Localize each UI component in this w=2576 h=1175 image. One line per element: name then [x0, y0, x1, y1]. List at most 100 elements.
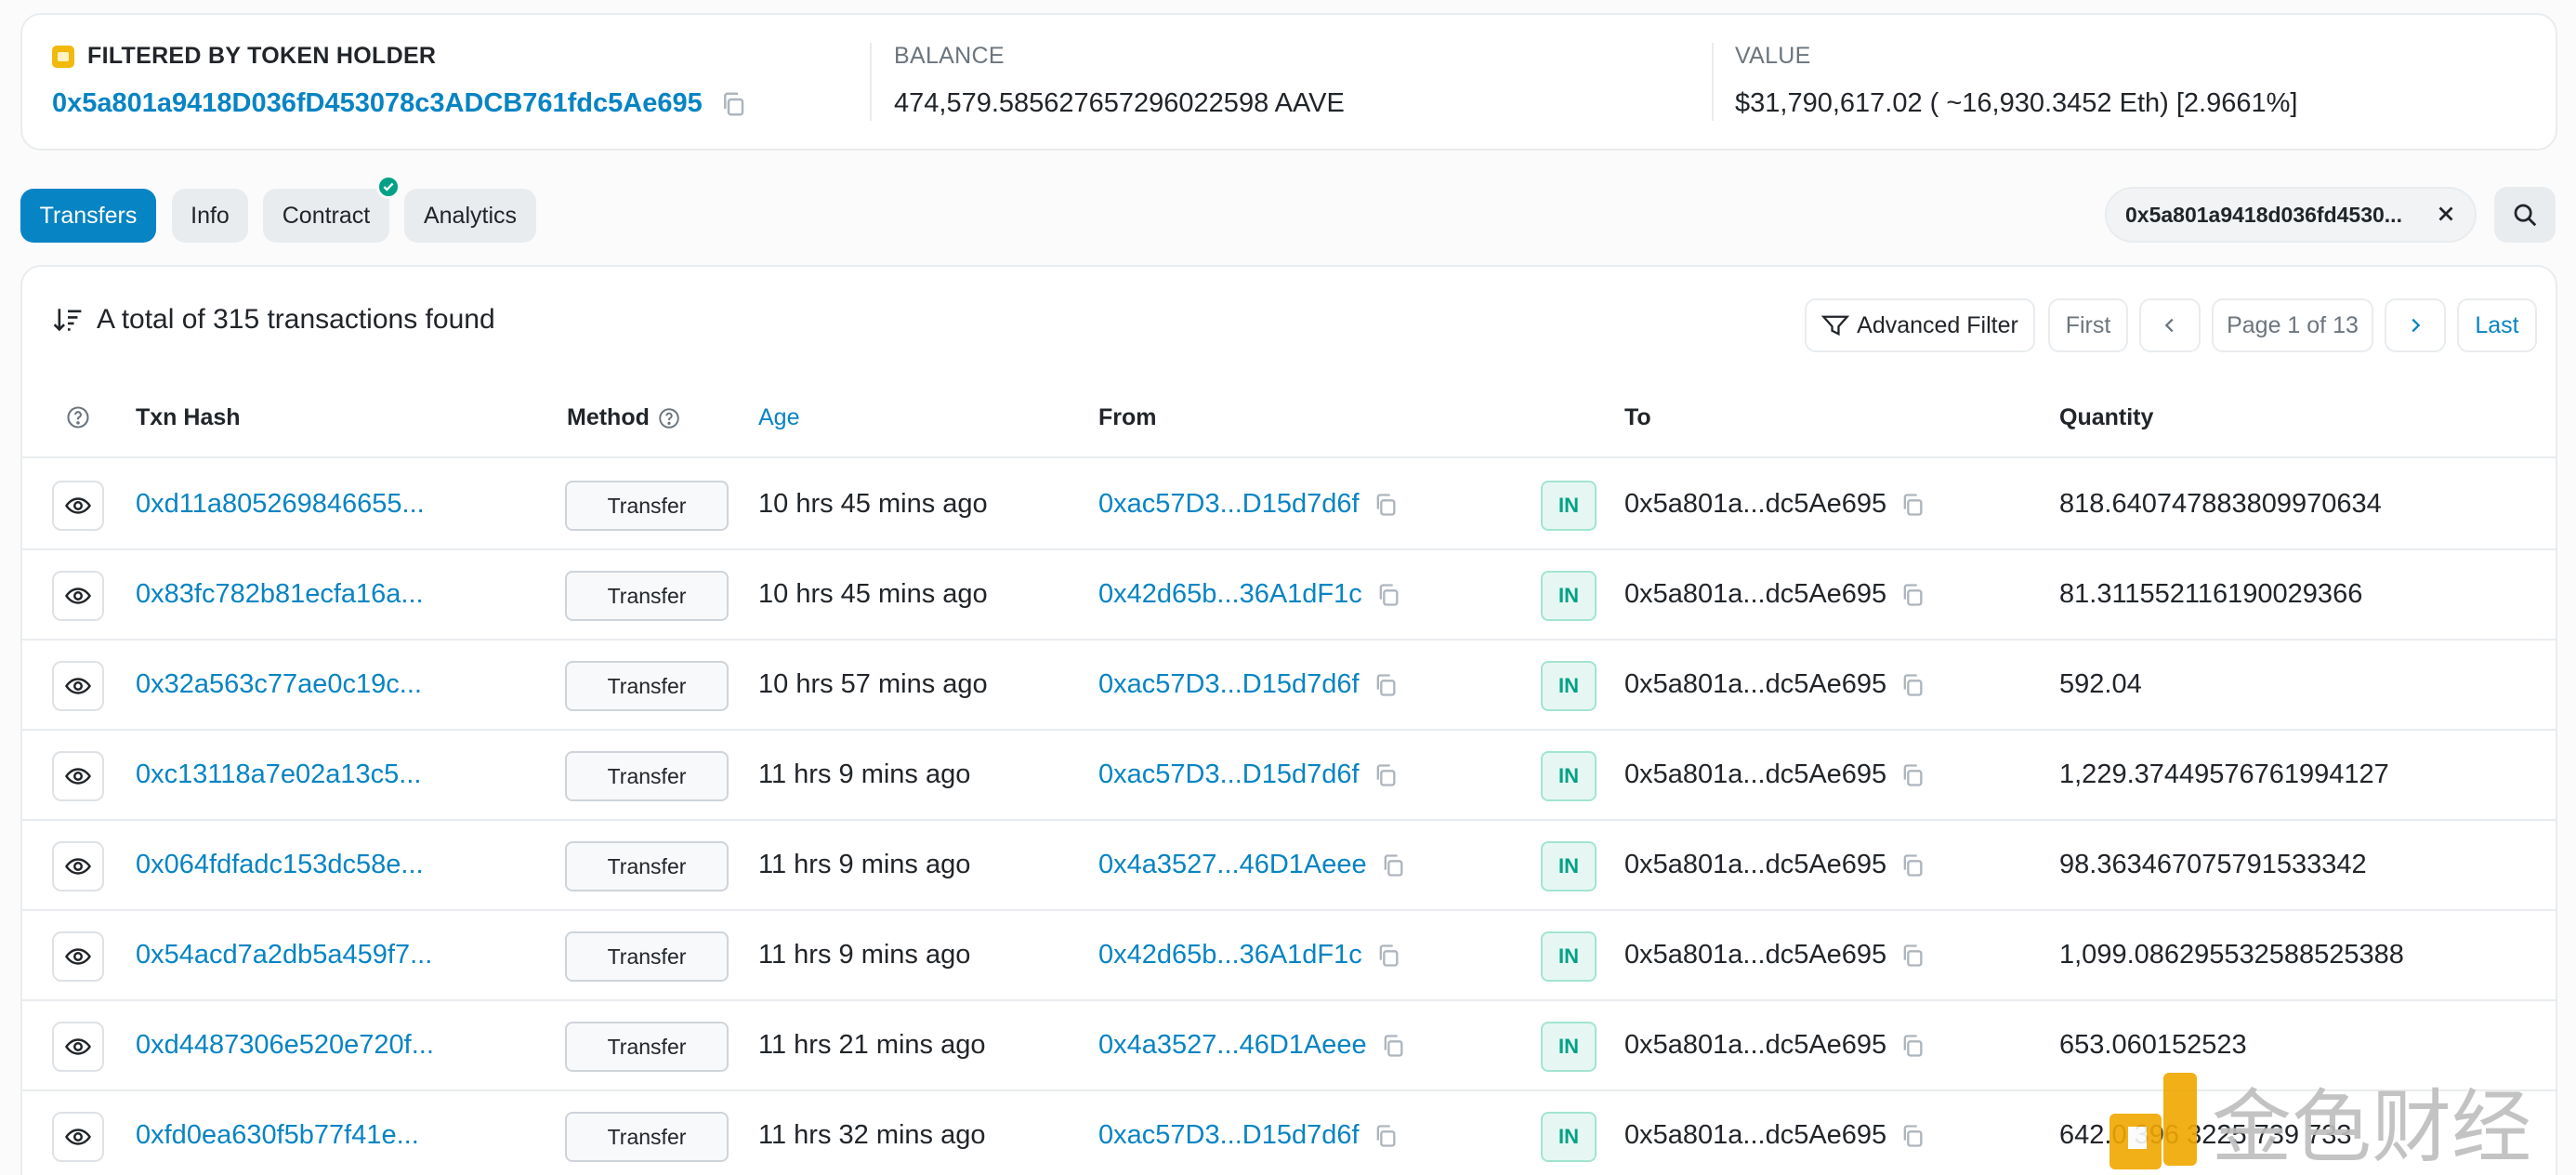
- transfers-table-card: A total of 315 transactions found Advanc…: [20, 265, 2557, 1175]
- view-details-button[interactable]: [52, 931, 104, 982]
- quantity-text: 1,229.37449576761994127: [2059, 759, 2389, 789]
- to-address: 0x5a801a...dc5Ae695: [1624, 1030, 1887, 1060]
- holder-address-link[interactable]: 0x5a801a9418D036fD453078c3ADCB761fdc5Ae6…: [52, 88, 703, 119]
- first-page-button[interactable]: First: [2048, 298, 2128, 352]
- method-badge: Transfer: [565, 751, 729, 801]
- copy-icon[interactable]: [1899, 852, 1925, 878]
- copy-icon[interactable]: [1899, 1033, 1925, 1059]
- table-row: 0x32a563c77ae0c19c... Transfer 10 hrs 57…: [22, 640, 2556, 731]
- to-cell: 0x5a801a...dc5Ae695: [1624, 550, 1925, 639]
- quantity-text: 98.363467075791533342: [2059, 850, 2367, 879]
- from-address-link[interactable]: 0x4a3527...46D1Aeee: [1098, 850, 1367, 880]
- col-from: From: [1098, 404, 1157, 430]
- close-icon[interactable]: [2434, 202, 2458, 226]
- copy-icon[interactable]: [1375, 943, 1401, 969]
- sort-icon: [53, 309, 82, 332]
- from-address-link[interactable]: 0xac57D3...D15d7d6f: [1098, 759, 1360, 790]
- quantity-text: 81.311552116190029366: [2059, 579, 2363, 609]
- holder-filter-text: 0x5a801a9418d036fd4530...: [2125, 202, 2402, 227]
- copy-icon[interactable]: [1373, 762, 1399, 788]
- age-text: 10 hrs 57 mins ago: [758, 669, 988, 699]
- info-icon[interactable]: [657, 406, 681, 430]
- tab-transfers[interactable]: Transfers: [20, 189, 156, 243]
- txn-hash-link[interactable]: 0xfd0ea630f5b77f41e...: [136, 1091, 419, 1175]
- holder-filter-pill[interactable]: 0x5a801a9418d036fd4530...: [2105, 187, 2477, 243]
- txn-hash-link[interactable]: 0x064fdfadc153dc58e...: [136, 821, 424, 909]
- balance-value: 474,579.585627657296022598 AAVE: [894, 88, 1345, 118]
- txn-hash-link[interactable]: 0xc13118a7e02a13c5...: [136, 731, 421, 819]
- from-address-link[interactable]: 0x42d65b...36A1dF1c: [1098, 579, 1362, 610]
- advanced-filter-label: Advanced Filter: [1857, 311, 2018, 338]
- txn-hash-link[interactable]: 0x54acd7a2db5a459f7...: [136, 911, 432, 999]
- from-cell: 0x4a3527...46D1Aeee: [1098, 821, 1406, 909]
- from-cell: 0xac57D3...D15d7d6f: [1098, 731, 1399, 819]
- summary-divider: [1712, 43, 1714, 121]
- view-details-button[interactable]: [52, 1022, 104, 1072]
- age-text: 10 hrs 45 mins ago: [758, 579, 988, 609]
- txn-hash-link[interactable]: 0x32a563c77ae0c19c...: [136, 640, 422, 729]
- from-address-link[interactable]: 0xac57D3...D15d7d6f: [1098, 489, 1360, 520]
- view-details-button[interactable]: [52, 1112, 104, 1162]
- copy-icon[interactable]: [1375, 582, 1401, 608]
- filter-icon: [1821, 315, 1850, 337]
- tab-info[interactable]: Info: [172, 189, 248, 243]
- copy-icon[interactable]: [1899, 943, 1925, 969]
- from-address-link[interactable]: 0xac57D3...D15d7d6f: [1098, 669, 1360, 700]
- from-cell: 0xac57D3...D15d7d6f: [1098, 640, 1399, 729]
- view-details-button[interactable]: [52, 661, 104, 711]
- view-details-button[interactable]: [52, 481, 104, 531]
- col-age[interactable]: Age: [758, 404, 799, 431]
- copy-icon[interactable]: [1899, 1123, 1925, 1149]
- table-row: 0x54acd7a2db5a459f7... Transfer 11 hrs 9…: [22, 911, 2556, 1001]
- table-row: 0xd11a805269846655... Transfer 10 hrs 45…: [22, 460, 2556, 550]
- eye-icon: [65, 588, 91, 604]
- copy-icon[interactable]: [1373, 1123, 1399, 1149]
- search-button[interactable]: [2494, 187, 2556, 243]
- copy-icon[interactable]: [1899, 762, 1925, 788]
- search-icon: [2514, 204, 2537, 227]
- to-cell: 0x5a801a...dc5Ae695: [1624, 1091, 1925, 1175]
- from-cell: 0xac57D3...D15d7d6f: [1098, 460, 1399, 548]
- txn-hash-link[interactable]: 0xd4487306e520e720f...: [136, 1001, 434, 1089]
- jinse-watermark-logo: 金色财经: [2109, 1073, 2531, 1174]
- direction-badge: IN: [1541, 1112, 1597, 1162]
- method-badge: Transfer: [565, 481, 729, 531]
- view-details-button[interactable]: [52, 571, 104, 621]
- eye-icon: [65, 1129, 91, 1145]
- from-cell: 0x42d65b...36A1dF1c: [1098, 911, 1401, 999]
- method-badge: Transfer: [565, 1022, 729, 1072]
- watermark-text: 金色财经: [2212, 1081, 2531, 1174]
- advanced-filter-button[interactable]: Advanced Filter: [1805, 298, 2035, 352]
- tab-contract[interactable]: Contract: [263, 189, 389, 243]
- eye-icon: [65, 858, 91, 875]
- direction-badge: IN: [1541, 571, 1597, 621]
- copy-icon[interactable]: [1899, 672, 1925, 698]
- age-text: 11 hrs 21 mins ago: [758, 1030, 986, 1060]
- txn-hash-link[interactable]: 0xd11a805269846655...: [136, 460, 425, 548]
- copy-icon[interactable]: [1373, 672, 1399, 698]
- from-address-link[interactable]: 0xac57D3...D15d7d6f: [1098, 1120, 1360, 1151]
- copy-icon[interactable]: [1373, 492, 1399, 518]
- view-details-button[interactable]: [52, 751, 104, 801]
- chevron-right-icon: [2412, 318, 2421, 333]
- from-address-link[interactable]: 0x42d65b...36A1dF1c: [1098, 940, 1362, 970]
- help-icon[interactable]: [65, 404, 91, 430]
- copy-icon[interactable]: [719, 90, 747, 118]
- copy-icon[interactable]: [1380, 1033, 1406, 1059]
- copy-icon[interactable]: [1380, 852, 1406, 878]
- balance-section: BALANCE 474,579.585627657296022598 AAVE: [894, 43, 1345, 119]
- next-page-button[interactable]: [2385, 298, 2446, 352]
- tab-analytics[interactable]: Analytics: [404, 189, 536, 243]
- copy-icon[interactable]: [1899, 492, 1925, 518]
- eye-icon: [65, 768, 91, 785]
- txn-hash-link[interactable]: 0x83fc782b81ecfa16a...: [136, 550, 424, 639]
- view-details-button[interactable]: [52, 841, 104, 891]
- holder-address-row: 0x5a801a9418D036fD453078c3ADCB761fdc5Ae6…: [52, 88, 747, 119]
- age-text: 11 hrs 9 mins ago: [758, 850, 971, 879]
- summary-divider: [870, 43, 872, 121]
- last-page-button[interactable]: Last: [2457, 298, 2537, 352]
- from-address-link[interactable]: 0x4a3527...46D1Aeee: [1098, 1030, 1367, 1061]
- copy-icon[interactable]: [1899, 582, 1925, 608]
- prev-page-button[interactable]: [2139, 298, 2201, 352]
- page-indicator: Page 1 of 13: [2212, 298, 2373, 352]
